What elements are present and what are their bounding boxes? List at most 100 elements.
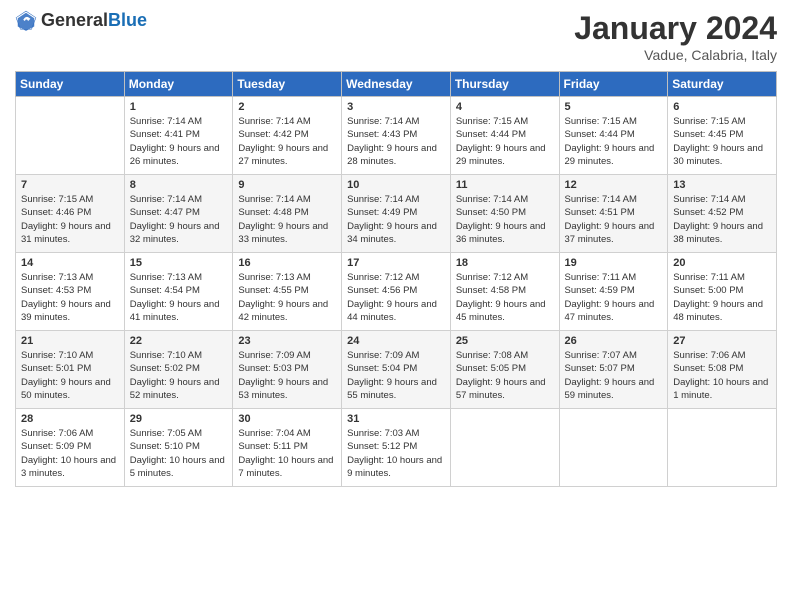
sunrise-text: Sunrise: 7:15 AM (21, 193, 119, 206)
calendar-cell: 16 Sunrise: 7:13 AM Sunset: 4:55 PM Dayl… (233, 253, 342, 331)
day-number: 31 (347, 413, 445, 425)
col-thursday: Thursday (450, 72, 559, 97)
day-info: Sunrise: 7:03 AM Sunset: 5:12 PM Dayligh… (347, 427, 445, 480)
sunrise-text: Sunrise: 7:05 AM (130, 427, 228, 440)
daylight-text: Daylight: 9 hours and 48 minutes. (673, 298, 771, 325)
daylight-text: Daylight: 9 hours and 38 minutes. (673, 220, 771, 247)
sunset-text: Sunset: 5:04 PM (347, 362, 445, 375)
logo-blue: Blue (108, 10, 147, 30)
col-wednesday: Wednesday (342, 72, 451, 97)
day-info: Sunrise: 7:14 AM Sunset: 4:49 PM Dayligh… (347, 193, 445, 246)
sunrise-text: Sunrise: 7:14 AM (456, 193, 554, 206)
daylight-text: Daylight: 9 hours and 45 minutes. (456, 298, 554, 325)
calendar-week-4: 21 Sunrise: 7:10 AM Sunset: 5:01 PM Dayl… (16, 331, 777, 409)
calendar-body: 1 Sunrise: 7:14 AM Sunset: 4:41 PM Dayli… (16, 97, 777, 487)
sunrise-text: Sunrise: 7:14 AM (238, 193, 336, 206)
day-info: Sunrise: 7:04 AM Sunset: 5:11 PM Dayligh… (238, 427, 336, 480)
day-info: Sunrise: 7:13 AM Sunset: 4:53 PM Dayligh… (21, 271, 119, 324)
calendar-cell: 31 Sunrise: 7:03 AM Sunset: 5:12 PM Dayl… (342, 409, 451, 487)
col-sunday: Sunday (16, 72, 125, 97)
day-info: Sunrise: 7:14 AM Sunset: 4:43 PM Dayligh… (347, 115, 445, 168)
sunrise-text: Sunrise: 7:11 AM (565, 271, 663, 284)
sunrise-text: Sunrise: 7:13 AM (130, 271, 228, 284)
calendar-cell (559, 409, 668, 487)
sunset-text: Sunset: 5:02 PM (130, 362, 228, 375)
day-number: 26 (565, 335, 663, 347)
calendar-table: Sunday Monday Tuesday Wednesday Thursday… (15, 71, 777, 487)
daylight-text: Daylight: 9 hours and 28 minutes. (347, 142, 445, 169)
day-info: Sunrise: 7:05 AM Sunset: 5:10 PM Dayligh… (130, 427, 228, 480)
daylight-text: Daylight: 10 hours and 7 minutes. (238, 454, 336, 481)
sunrise-text: Sunrise: 7:11 AM (673, 271, 771, 284)
day-number: 22 (130, 335, 228, 347)
day-info: Sunrise: 7:12 AM Sunset: 4:58 PM Dayligh… (456, 271, 554, 324)
daylight-text: Daylight: 10 hours and 9 minutes. (347, 454, 445, 481)
day-number: 16 (238, 257, 336, 269)
day-number: 11 (456, 179, 554, 191)
daylight-text: Daylight: 9 hours and 47 minutes. (565, 298, 663, 325)
daylight-text: Daylight: 9 hours and 39 minutes. (21, 298, 119, 325)
sunset-text: Sunset: 5:10 PM (130, 440, 228, 453)
daylight-text: Daylight: 9 hours and 30 minutes. (673, 142, 771, 169)
calendar-cell: 24 Sunrise: 7:09 AM Sunset: 5:04 PM Dayl… (342, 331, 451, 409)
daylight-text: Daylight: 9 hours and 42 minutes. (238, 298, 336, 325)
main-container: GeneralBlue January 2024 Vadue, Calabria… (0, 0, 792, 497)
day-number: 19 (565, 257, 663, 269)
day-info: Sunrise: 7:12 AM Sunset: 4:56 PM Dayligh… (347, 271, 445, 324)
day-info: Sunrise: 7:14 AM Sunset: 4:48 PM Dayligh… (238, 193, 336, 246)
sunrise-text: Sunrise: 7:12 AM (347, 271, 445, 284)
daylight-text: Daylight: 9 hours and 29 minutes. (456, 142, 554, 169)
sunset-text: Sunset: 4:55 PM (238, 284, 336, 297)
sunset-text: Sunset: 4:45 PM (673, 128, 771, 141)
sunrise-text: Sunrise: 7:03 AM (347, 427, 445, 440)
daylight-text: Daylight: 9 hours and 26 minutes. (130, 142, 228, 169)
sunrise-text: Sunrise: 7:14 AM (347, 193, 445, 206)
calendar-week-3: 14 Sunrise: 7:13 AM Sunset: 4:53 PM Dayl… (16, 253, 777, 331)
sunset-text: Sunset: 4:41 PM (130, 128, 228, 141)
day-info: Sunrise: 7:14 AM Sunset: 4:52 PM Dayligh… (673, 193, 771, 246)
day-number: 6 (673, 101, 771, 113)
sunrise-text: Sunrise: 7:09 AM (238, 349, 336, 362)
sunset-text: Sunset: 5:00 PM (673, 284, 771, 297)
sunset-text: Sunset: 5:08 PM (673, 362, 771, 375)
sunset-text: Sunset: 4:44 PM (456, 128, 554, 141)
calendar-cell: 14 Sunrise: 7:13 AM Sunset: 4:53 PM Dayl… (16, 253, 125, 331)
day-number: 8 (130, 179, 228, 191)
day-info: Sunrise: 7:06 AM Sunset: 5:08 PM Dayligh… (673, 349, 771, 402)
daylight-text: Daylight: 9 hours and 41 minutes. (130, 298, 228, 325)
sunset-text: Sunset: 4:51 PM (565, 206, 663, 219)
daylight-text: Daylight: 9 hours and 53 minutes. (238, 376, 336, 403)
daylight-text: Daylight: 9 hours and 31 minutes. (21, 220, 119, 247)
daylight-text: Daylight: 9 hours and 44 minutes. (347, 298, 445, 325)
col-monday: Monday (124, 72, 233, 97)
sunset-text: Sunset: 4:50 PM (456, 206, 554, 219)
calendar-cell: 30 Sunrise: 7:04 AM Sunset: 5:11 PM Dayl… (233, 409, 342, 487)
logo-text: GeneralBlue (41, 11, 147, 31)
day-number: 28 (21, 413, 119, 425)
col-friday: Friday (559, 72, 668, 97)
daylight-text: Daylight: 9 hours and 29 minutes. (565, 142, 663, 169)
daylight-text: Daylight: 10 hours and 1 minute. (673, 376, 771, 403)
sunset-text: Sunset: 4:44 PM (565, 128, 663, 141)
day-number: 13 (673, 179, 771, 191)
day-info: Sunrise: 7:11 AM Sunset: 4:59 PM Dayligh… (565, 271, 663, 324)
location-subtitle: Vadue, Calabria, Italy (574, 47, 777, 63)
day-number: 25 (456, 335, 554, 347)
day-number: 20 (673, 257, 771, 269)
sunset-text: Sunset: 5:03 PM (238, 362, 336, 375)
sunset-text: Sunset: 4:43 PM (347, 128, 445, 141)
calendar-cell: 5 Sunrise: 7:15 AM Sunset: 4:44 PM Dayli… (559, 97, 668, 175)
calendar-cell: 20 Sunrise: 7:11 AM Sunset: 5:00 PM Dayl… (668, 253, 777, 331)
calendar-cell (450, 409, 559, 487)
sunrise-text: Sunrise: 7:14 AM (673, 193, 771, 206)
calendar-cell: 7 Sunrise: 7:15 AM Sunset: 4:46 PM Dayli… (16, 175, 125, 253)
calendar-cell: 11 Sunrise: 7:14 AM Sunset: 4:50 PM Dayl… (450, 175, 559, 253)
day-info: Sunrise: 7:14 AM Sunset: 4:51 PM Dayligh… (565, 193, 663, 246)
sunset-text: Sunset: 5:01 PM (21, 362, 119, 375)
calendar-cell: 26 Sunrise: 7:07 AM Sunset: 5:07 PM Dayl… (559, 331, 668, 409)
sunset-text: Sunset: 5:12 PM (347, 440, 445, 453)
day-info: Sunrise: 7:09 AM Sunset: 5:03 PM Dayligh… (238, 349, 336, 402)
daylight-text: Daylight: 9 hours and 55 minutes. (347, 376, 445, 403)
calendar-cell: 2 Sunrise: 7:14 AM Sunset: 4:42 PM Dayli… (233, 97, 342, 175)
sunrise-text: Sunrise: 7:14 AM (130, 193, 228, 206)
